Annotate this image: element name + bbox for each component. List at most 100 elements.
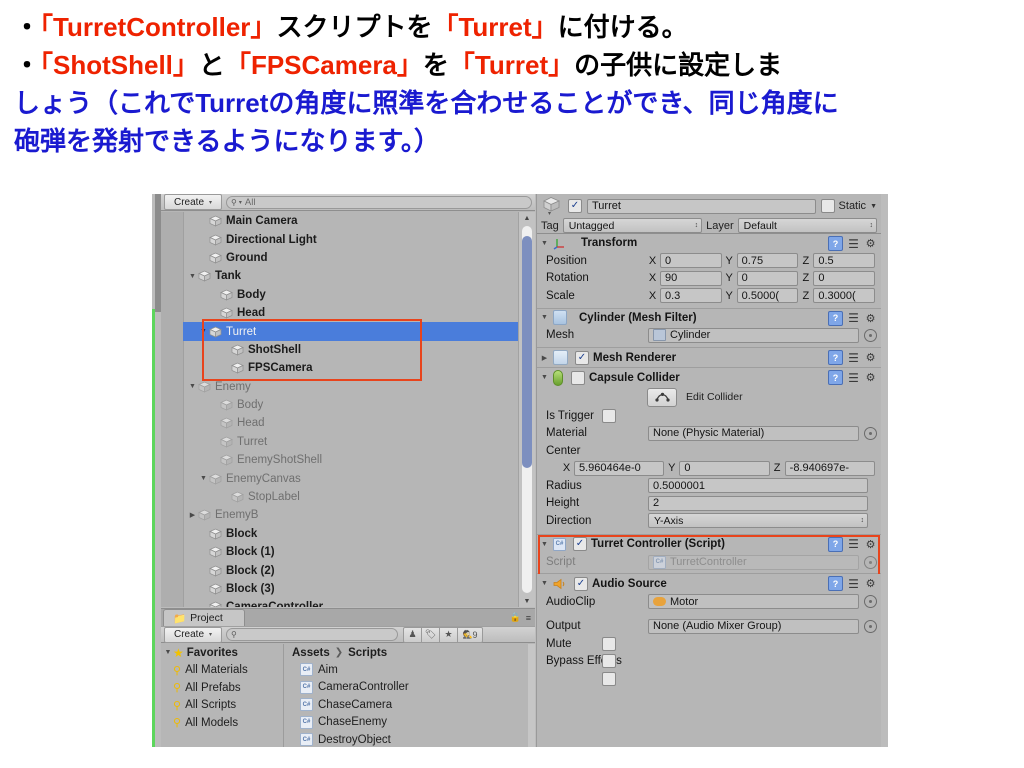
favorite-item-all-models[interactable]: ⚲ All Models [161,714,283,732]
bypass-checkbox[interactable] [602,654,616,669]
label-filter-icon[interactable]: 🏷 [422,626,440,643]
object-picker-icon[interactable] [864,555,877,569]
chevron-down-icon[interactable]: ▼ [540,314,549,321]
hierarchy-item-enemycanvas[interactable]: ▼ EnemyCanvas [183,469,519,487]
center-x-field[interactable]: 5.960464e-0 [574,460,665,476]
scroll-down-arrow-icon[interactable]: ▼ [519,595,535,607]
hierarchy-item-stoplabel[interactable]: StopLabel [183,488,519,506]
hamburger-menu-icon[interactable]: ≡ [526,613,531,623]
hierarchy-item-ground[interactable]: Ground [183,249,519,267]
chevron-down-icon[interactable]: ▼ [540,374,549,381]
help-icon[interactable]: ? [828,576,843,591]
chevron-down-icon[interactable]: ▼ [198,475,209,482]
turret-controller-enabled-checkbox[interactable]: ✓ [573,537,587,551]
preset-icon[interactable]: ☰ [847,311,860,325]
asset-list[interactable]: C# Aim C# CameraController C# ChaseCamera C# Ch… [284,661,535,747]
hierarchy-item-block-2[interactable]: Block (2) [183,561,519,579]
chevron-down-icon[interactable]: ▼ [163,649,173,656]
hierarchy-scroll-thumb[interactable] [522,236,532,468]
hierarchy-item-shotshell[interactable]: ShotShell [183,341,519,359]
object-picker-icon[interactable] [864,619,877,633]
gear-icon[interactable]: ⚙ [864,312,877,325]
static-checkbox[interactable] [820,199,835,213]
position-y-field[interactable]: 0.75 [736,253,799,269]
favorite-item-all-prefabs[interactable]: ⚲ All Prefabs [161,679,283,697]
hierarchy-item-enemy[interactable]: ▼ Enemy [183,378,519,396]
hierarchy-item-turret[interactable]: ▼ Turret [183,322,519,341]
scale-y-field[interactable]: 0.5000( [736,288,799,304]
help-icon[interactable]: ? [828,370,843,385]
mesh-renderer-enabled-checkbox[interactable]: ✓ [575,350,589,365]
hierarchy-item-head[interactable]: Head [183,304,519,322]
hierarchy-item-block-3[interactable]: Block (3) [183,580,519,598]
preset-icon[interactable]: ☰ [847,351,860,365]
help-icon[interactable]: ? [828,350,843,365]
hierarchy-item-turret[interactable]: Turret [183,433,519,451]
hierarchy-create-button[interactable]: Create ▾ [164,194,222,210]
asset-item-chaseenemy[interactable]: C# ChaseEnemy [284,714,535,732]
hierarchy-scrollbar[interactable]: ▲ ▼ [518,212,535,607]
project-scrollbar[interactable] [528,644,535,747]
rotation-z-field[interactable]: 0 [813,270,876,286]
gear-icon[interactable]: ⚙ [864,577,877,590]
object-picker-icon[interactable] [864,328,877,342]
favorites-list[interactable]: ⚲ All Materials ⚲ All Prefabs ⚲ All Scripts ⚲ A… [161,662,283,732]
breadcrumb-assets[interactable]: Assets [292,647,330,659]
gameobject-name-field[interactable]: Turret [587,198,816,214]
script-object-field[interactable]: C# TurretController [648,554,859,570]
center-y-field[interactable]: 0 [679,460,770,476]
scale-z-field[interactable]: 0.3000( [813,288,876,304]
favorite-item-all-materials[interactable]: ⚲ All Materials [161,662,283,680]
hierarchy-search-input[interactable]: ⚲ ▾ All [226,195,532,209]
height-field[interactable]: 2 [648,495,868,511]
audioclip-field[interactable]: Motor [648,594,859,610]
gear-icon[interactable]: ⚙ [864,237,877,250]
position-z-field[interactable]: 0.5 [813,253,876,269]
partial-checkbox[interactable] [602,671,616,686]
scale-x-field[interactable]: 0.3 [660,288,722,304]
hierarchy-item-body[interactable]: Body [183,286,519,304]
chevron-down-icon[interactable]: ▼ [540,541,549,548]
transform-header[interactable]: ▼ Transform ? ☰ ⚙ [537,234,881,252]
capsule-collider-header[interactable]: ▼ Capsule Collider ? ☰ ⚙ [537,368,881,387]
help-icon[interactable]: ? [828,536,843,552]
help-icon[interactable]: ? [828,236,843,251]
chevron-down-icon[interactable]: ▼ [187,273,198,280]
output-field[interactable]: None (Audio Mixer Group) [648,618,859,634]
chevron-down-icon[interactable]: ▼ [540,240,549,247]
rotation-y-field[interactable]: 0 [736,270,799,286]
preset-icon[interactable]: ☰ [847,371,860,385]
hierarchy-item-body[interactable]: Body [183,396,519,414]
object-picker-icon[interactable] [864,426,877,440]
preset-icon[interactable]: ☰ [847,237,860,251]
audio-source-enabled-checkbox[interactable]: ✓ [574,576,588,591]
mute-checkbox[interactable] [602,636,616,651]
hidden-count-icon[interactable]: 🕵 9 [458,626,483,643]
lock-icon[interactable]: 🔒 [510,612,521,623]
audio-source-header[interactable]: ▼ ✓ Audio Source ? ☰ ⚙ [537,574,881,593]
chevron-right-icon[interactable]: ▶ [187,511,198,519]
tag-dropdown[interactable]: Untagged ↕ [562,218,703,233]
physic-material-field[interactable]: None (Physic Material) [648,425,859,441]
capsule-collider-enabled-checkbox[interactable] [571,370,585,385]
hierarchy-item-tank[interactable]: ▼ Tank [183,267,519,285]
object-picker-icon[interactable] [864,595,877,609]
hierarchy-item-enemyshotshell[interactable]: EnemyShotShell [183,451,519,469]
rotation-x-field[interactable]: 90 [660,270,722,286]
radius-field[interactable]: 0.5000001 [648,478,868,494]
project-create-button[interactable]: Create ▾ [164,626,222,643]
favorites-root[interactable]: ▼ ★ Favorites [161,644,283,662]
gameobject-enabled-checkbox[interactable]: ✓ [568,199,582,213]
preset-icon[interactable]: ☰ [847,537,860,551]
direction-dropdown[interactable]: Y-Axis ↕ [648,513,868,529]
asset-item-chasecamera[interactable]: C# ChaseCamera [284,696,535,714]
is-trigger-checkbox[interactable] [602,408,616,423]
hierarchy-node-list[interactable]: Main Camera Directional Light Ground ▼ Tank B… [183,212,519,607]
mesh-renderer-header[interactable]: ▶ ✓ Mesh Renderer ? ☰ ⚙ [537,348,881,367]
asset-item-destroyobject[interactable]: C# DestroyObject [284,731,535,747]
position-x-field[interactable]: 0 [660,253,722,269]
hierarchy-item-cameracontroller[interactable]: CameraController [183,598,519,607]
mesh-object-field[interactable]: Cylinder [648,327,859,343]
chevron-down-icon[interactable]: ▼ [187,383,198,390]
person-filter-icon[interactable]: ♟ [403,626,422,643]
